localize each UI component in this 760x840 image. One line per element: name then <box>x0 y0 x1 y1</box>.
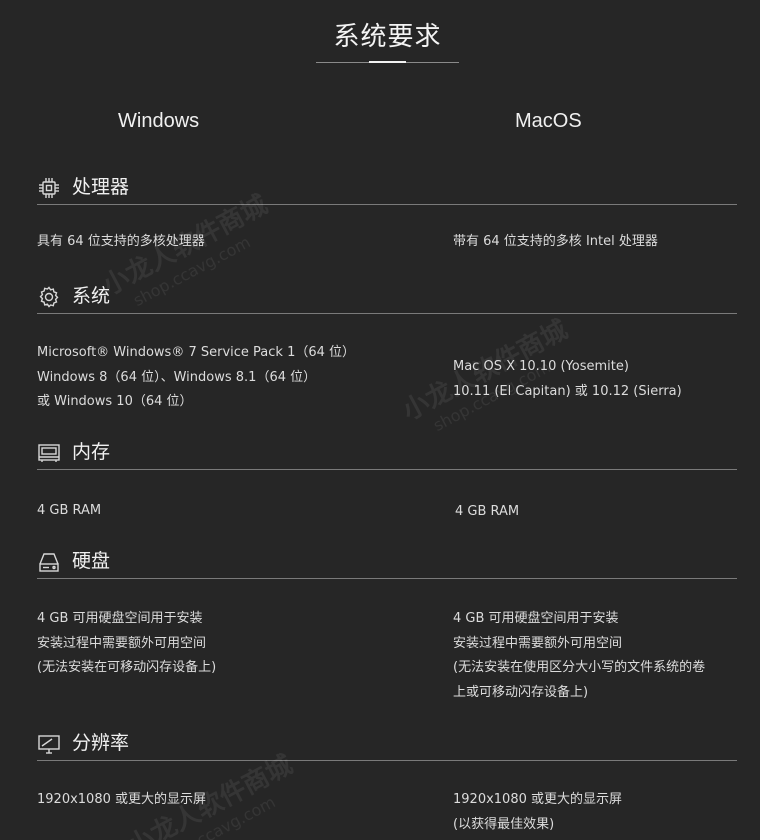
disk-windows-line: (无法安装在可移动闪存设备上) <box>37 660 217 675</box>
section-label-processor: 处理器 <box>72 176 130 198</box>
section-disk: 硬盘 <box>37 548 737 579</box>
title-underline-accent <box>369 61 406 63</box>
disk-macos: 4 GB 可用硬盘空间用于安装 安装过程中需要额外可用空间 (无法安装在使用区分… <box>453 607 705 705</box>
disk-windows-line: 4 GB 可用硬盘空间用于安装 <box>37 611 203 626</box>
section-divider <box>37 313 737 314</box>
system-windows-line: Microsoft® Windows® 7 Service Pack 1（64 … <box>37 345 356 360</box>
section-label-disk: 硬盘 <box>72 550 111 572</box>
section-memory: 内存 <box>37 439 737 470</box>
page-title: 系统要求 <box>333 22 442 52</box>
processor-macos: 带有 64 位支持的多核 Intel 处理器 <box>453 230 658 255</box>
disk-windows-line: 安装过程中需要额外可用空间 <box>37 635 207 651</box>
section-divider <box>37 204 737 205</box>
monitor-icon <box>37 732 61 756</box>
disk-macos-line: 安装过程中需要额外可用空间 <box>453 635 623 651</box>
disk-macos-line: 上或可移动闪存设备上) <box>453 684 589 700</box>
section-label-memory: 内存 <box>72 441 111 463</box>
resolution-macos: 1920x1080 或更大的显示屏 (以获得最佳效果) <box>453 788 622 837</box>
memory-windows-line: 4 GB RAM <box>37 503 102 518</box>
disk-macos-line: (无法安装在使用区分大小写的文件系统的卷 <box>453 660 706 675</box>
section-divider <box>37 578 737 579</box>
system-windows-line: 或 Windows 10（64 位） <box>37 394 193 409</box>
resolution-macos-line: (以获得最佳效果) <box>453 816 555 832</box>
system-windows-line: Windows 8（64 位）、Windows 8.1（64 位） <box>37 369 317 385</box>
column-header-macos: MacOS <box>515 110 582 132</box>
memory-icon <box>37 441 61 465</box>
system-windows: Microsoft® Windows® 7 Service Pack 1（64 … <box>37 341 355 415</box>
section-divider <box>37 469 737 470</box>
disk-windows: 4 GB 可用硬盘空间用于安装 安装过程中需要额外可用空间 (无法安装在可移动闪… <box>37 607 216 681</box>
disk-macos-line: 4 GB 可用硬盘空间用于安装 <box>453 611 619 626</box>
cpu-icon <box>37 176 61 200</box>
gear-icon <box>37 285 61 309</box>
section-divider <box>37 760 737 761</box>
resolution-macos-line: 1920x1080 或更大的显示屏 <box>453 792 622 807</box>
memory-macos-line: 4 GB RAM <box>455 504 520 519</box>
processor-macos-line: 带有 64 位支持的多核 Intel 处理器 <box>453 234 658 249</box>
section-processor: 处理器 <box>37 174 737 205</box>
hard-disk-icon <box>37 550 61 574</box>
column-header-windows: Windows <box>118 110 200 132</box>
memory-windows: 4 GB RAM <box>37 499 101 524</box>
section-resolution: 分辨率 <box>37 730 737 761</box>
page-header: 系统要求 <box>316 20 459 64</box>
memory-macos: 4 GB RAM <box>455 500 519 525</box>
section-label-resolution: 分辨率 <box>72 732 130 754</box>
